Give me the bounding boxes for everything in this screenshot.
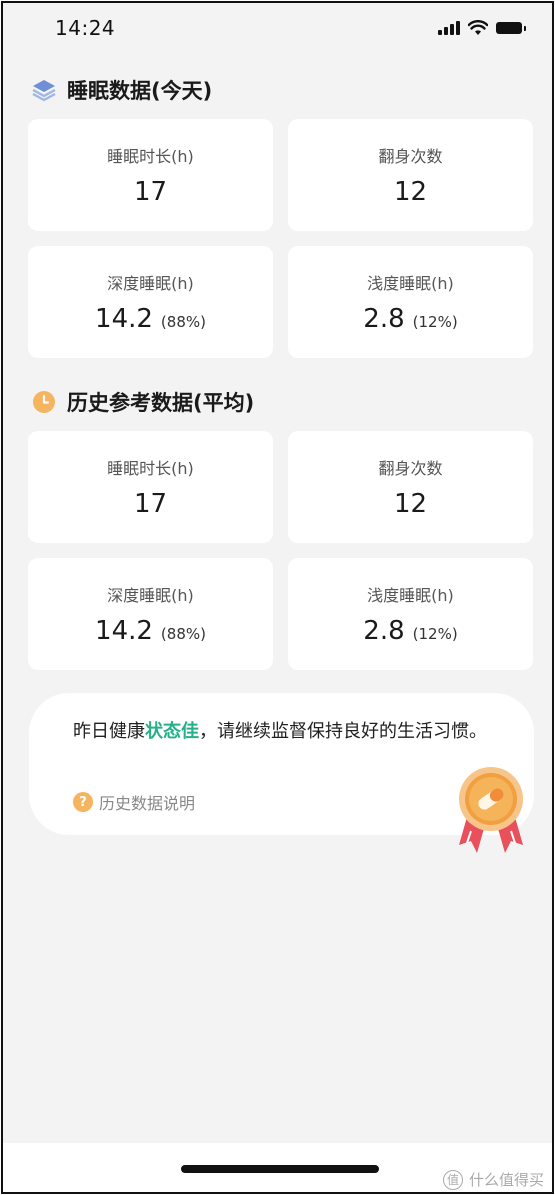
battery-icon (496, 22, 526, 34)
history-card-light-sleep: 浅度睡眠(h) 2.8 (12%) (288, 558, 533, 670)
history-card-deep-sleep: 深度睡眠(h) 14.2 (88%) (28, 558, 273, 670)
history-section-title: 历史参考数据(平均) (67, 391, 255, 415)
summary-highlight: 状态佳 (145, 721, 199, 742)
app-screen: 14:24 睡眠数据(今天) 睡眠时长(h) 17 翻身次数 12 深度睡眠(h… (1, 1, 554, 1194)
help-label: 历史数据说明 (99, 794, 196, 813)
summary-text-after: ，请继续监督保持良好的生活习惯。 (199, 721, 487, 742)
history-card-sleep-duration: 睡眠时长(h) 17 (28, 431, 273, 543)
cellular-signal-icon (438, 21, 460, 35)
today-section-title: 睡眠数据(今天) (67, 79, 213, 103)
history-data-help-link[interactable]: ? 历史数据说明 (73, 790, 195, 814)
watermark: 值 什么值得买 (442, 1169, 544, 1190)
today-card-turnovers: 翻身次数 12 (288, 119, 533, 231)
card-label: 浅度睡眠(h) (367, 586, 454, 605)
card-label: 睡眠时长(h) (107, 147, 194, 166)
card-value: 12 (393, 489, 428, 519)
card-value: 17 (133, 177, 168, 207)
history-section-header: 历史参考数据(平均) (31, 387, 254, 417)
watermark-badge: 值 (442, 1169, 463, 1190)
health-summary-text: 昨日健康状态佳，请继续监督保持良好的生活习惯。 (73, 717, 493, 747)
card-label: 睡眠时长(h) (107, 459, 194, 478)
card-percent: (88%) (160, 625, 206, 643)
card-value: 2.8 (363, 304, 405, 334)
card-label: 翻身次数 (378, 459, 443, 478)
card-percent: (12%) (412, 313, 458, 331)
question-icon: ? (73, 792, 93, 812)
today-card-sleep-duration: 睡眠时长(h) 17 (28, 119, 273, 231)
status-icons (438, 20, 526, 36)
watermark-text: 什么值得买 (468, 1171, 544, 1189)
clock-icon (31, 389, 57, 415)
card-label: 深度睡眠(h) (107, 586, 194, 605)
layers-icon (31, 77, 57, 103)
card-value: 12 (393, 177, 428, 207)
wifi-icon (468, 20, 488, 35)
card-label: 深度睡眠(h) (107, 274, 194, 293)
card-label: 翻身次数 (378, 147, 443, 166)
today-card-light-sleep: 浅度睡眠(h) 2.8 (12%) (288, 246, 533, 358)
card-value: 14.2 (95, 616, 153, 646)
summary-text-before: 昨日健康 (73, 721, 145, 742)
today-card-deep-sleep: 深度睡眠(h) 14.2 (88%) (28, 246, 273, 358)
card-percent: (12%) (412, 625, 458, 643)
card-value: 14.2 (95, 304, 153, 334)
card-value: 2.8 (363, 616, 405, 646)
medal-icon (459, 767, 523, 853)
card-percent: (88%) (160, 313, 206, 331)
card-value: 17 (133, 489, 168, 519)
status-time: 14:24 (55, 16, 116, 40)
status-bar: 14:24 (3, 3, 552, 55)
history-card-turnovers: 翻身次数 12 (288, 431, 533, 543)
today-section-header: 睡眠数据(今天) (31, 75, 212, 105)
card-label: 浅度睡眠(h) (367, 274, 454, 293)
home-indicator[interactable] (181, 1165, 379, 1173)
